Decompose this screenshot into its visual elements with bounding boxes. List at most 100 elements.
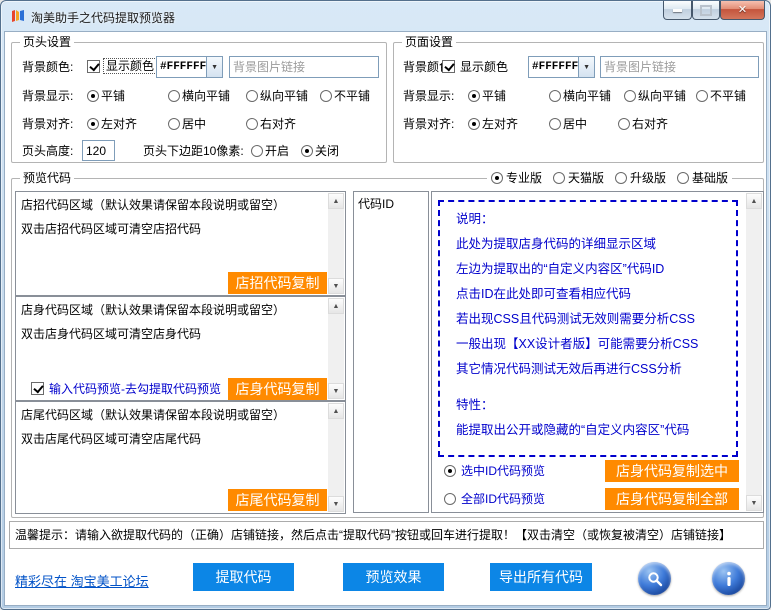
extract-code-button[interactable]: 提取代码 <box>193 563 294 591</box>
header-settings-title: 页头设置 <box>20 35 74 49</box>
minimize-icon <box>673 9 682 12</box>
version-upgrade[interactable]: 升级版 <box>615 169 666 186</box>
scroll-down-icon[interactable]: ▼ <box>328 278 344 294</box>
input-code-preview-label[interactable]: 输入代码预览-去勾提取代码预览 <box>49 382 221 396</box>
scroll-down-icon[interactable]: ▼ <box>328 496 344 512</box>
forum-link[interactable]: 精彩尽在 淘宝美工论坛 <box>15 571 149 590</box>
page-display-horizontal-radio[interactable] <box>549 90 561 102</box>
page-show-color-checkbox[interactable] <box>442 60 455 73</box>
page-display-none-label[interactable]: 不平铺 <box>710 89 746 103</box>
close-button[interactable]: ✕ <box>720 1 765 20</box>
header-margin-on-label[interactable]: 开启 <box>265 144 289 158</box>
body-copy-button[interactable]: 店身代码复制 <box>228 378 327 400</box>
scroll-up-icon[interactable]: ▲ <box>328 193 344 209</box>
app-window: 淘美助手之代码提取预览器 ✕ 页头设置 背景颜色: 显示颜色 #FFFFFF ▼… <box>0 0 771 610</box>
chevron-down-icon[interactable]: ▼ <box>578 57 594 77</box>
page-bg-align-label: 背景对齐: <box>403 117 454 131</box>
page-color-value: #FFFFFF <box>529 57 578 77</box>
page-align-left-label[interactable]: 左对齐 <box>482 117 518 131</box>
version-tmall-radio[interactable] <box>553 172 565 184</box>
footer-line2: 双击店尾代码区域可清空店尾代码 <box>21 430 201 447</box>
banner-scrollbar[interactable]: ▲ ▼ <box>328 193 344 294</box>
header-align-right-radio[interactable] <box>246 118 258 130</box>
scroll-down-icon[interactable]: ▼ <box>746 495 762 511</box>
minimize-button[interactable] <box>663 1 692 20</box>
version-radio-group: 专业版 天猫版 升级版 基础版 <box>487 170 732 185</box>
version-basic-radio[interactable] <box>677 172 689 184</box>
version-basic[interactable]: 基础版 <box>677 169 728 186</box>
detail-scrollbar[interactable]: ▲ ▼ <box>746 193 762 511</box>
header-margin-off-label[interactable]: 关闭 <box>315 144 339 158</box>
banner-copy-button[interactable]: 店招代码复制 <box>228 272 327 294</box>
preview-effect-button[interactable]: 预览效果 <box>343 563 444 591</box>
header-display-tile-radio[interactable] <box>87 90 99 102</box>
selected-id-preview-radio[interactable] <box>444 465 456 477</box>
export-all-code-button[interactable]: 导出所有代码 <box>490 563 592 591</box>
page-display-tile-radio[interactable] <box>468 90 480 102</box>
header-show-color-checkbox[interactable] <box>87 60 100 73</box>
page-align-right-label[interactable]: 右对齐 <box>632 117 668 131</box>
footer-copy-button[interactable]: 店尾代码复制 <box>228 489 327 511</box>
header-bg-display-label: 背景显示: <box>22 89 73 103</box>
header-align-left-radio[interactable] <box>87 118 99 130</box>
version-tmall[interactable]: 天猫版 <box>553 169 604 186</box>
page-display-horizontal-label[interactable]: 横向平铺 <box>563 89 611 103</box>
scroll-up-icon[interactable]: ▲ <box>328 403 344 419</box>
header-align-center-radio[interactable] <box>168 118 180 130</box>
copy-selected-button[interactable]: 店身代码复制选中 <box>605 460 739 482</box>
header-display-vertical-label[interactable]: 纵向平铺 <box>260 89 308 103</box>
header-bg-image-input[interactable] <box>229 56 379 78</box>
page-align-right-radio[interactable] <box>618 118 630 130</box>
input-code-preview-checkbox[interactable] <box>31 382 44 395</box>
header-align-left-label[interactable]: 左对齐 <box>101 117 137 131</box>
body-scrollbar[interactable]: ▲ ▼ <box>328 298 344 399</box>
page-display-vertical-label[interactable]: 纵向平铺 <box>638 89 686 103</box>
header-display-horizontal-radio[interactable] <box>168 90 180 102</box>
scroll-up-icon[interactable]: ▲ <box>328 298 344 314</box>
header-color-combobox[interactable]: #FFFFFF ▼ <box>156 56 223 78</box>
search-button[interactable] <box>638 562 671 595</box>
header-show-color-label[interactable]: 显示颜色 <box>103 58 157 74</box>
header-display-tile-label[interactable]: 平铺 <box>101 89 125 103</box>
preview-title: 预览代码 <box>20 171 74 185</box>
selected-id-preview-label[interactable]: 选中ID代码预览 <box>461 464 545 478</box>
header-height-input[interactable] <box>82 140 115 161</box>
page-align-center-label[interactable]: 居中 <box>563 117 587 131</box>
title-bar[interactable]: 淘美助手之代码提取预览器 ✕ <box>1 1 771 31</box>
scroll-up-icon[interactable]: ▲ <box>746 193 762 209</box>
all-id-preview-label[interactable]: 全部ID代码预览 <box>461 492 545 506</box>
header-margin-off-radio[interactable] <box>301 145 313 157</box>
page-align-center-radio[interactable] <box>549 118 561 130</box>
header-align-right-label[interactable]: 右对齐 <box>260 117 296 131</box>
page-display-tile-label[interactable]: 平铺 <box>482 89 506 103</box>
header-display-none-label[interactable]: 不平铺 <box>334 89 370 103</box>
header-margin-on-radio[interactable] <box>251 145 263 157</box>
scroll-down-icon[interactable]: ▼ <box>328 383 344 399</box>
page-bg-display-label: 背景显示: <box>403 89 454 103</box>
copy-all-button[interactable]: 店身代码复制全部 <box>605 488 739 510</box>
chevron-down-icon[interactable]: ▼ <box>206 57 222 77</box>
info-icon <box>721 571 737 587</box>
header-display-horizontal-label[interactable]: 横向平铺 <box>182 89 230 103</box>
code-id-label: 代码ID <box>358 195 394 212</box>
page-show-color-label[interactable]: 显示颜色 <box>460 60 508 74</box>
header-display-vertical-radio[interactable] <box>246 90 258 102</box>
page-display-vertical-radio[interactable] <box>624 90 636 102</box>
header-height-label: 页头高度: <box>22 144 73 158</box>
all-id-preview-radio[interactable] <box>444 493 456 505</box>
page-color-combobox[interactable]: #FFFFFF ▼ <box>528 56 595 78</box>
version-pro[interactable]: 专业版 <box>491 169 542 186</box>
page-align-left-radio[interactable] <box>468 118 480 130</box>
maximize-button[interactable] <box>692 1 720 20</box>
code-id-listbox[interactable]: 代码ID <box>353 191 429 513</box>
page-bg-image-input[interactable] <box>600 56 759 78</box>
header-align-center-label[interactable]: 居中 <box>182 117 206 131</box>
version-pro-radio[interactable] <box>491 172 503 184</box>
version-upgrade-radio[interactable] <box>615 172 627 184</box>
page-display-none-radio[interactable] <box>696 90 708 102</box>
footer-scrollbar[interactable]: ▲ ▼ <box>328 403 344 512</box>
header-display-none-radio[interactable] <box>320 90 332 102</box>
hint-bar: 温馨提示：请输入欲提取代码的（正确）店铺链接，然后点击“提取代码”按钮或回车进行… <box>9 521 764 549</box>
maximize-icon <box>700 5 712 16</box>
info-button[interactable] <box>712 562 745 595</box>
